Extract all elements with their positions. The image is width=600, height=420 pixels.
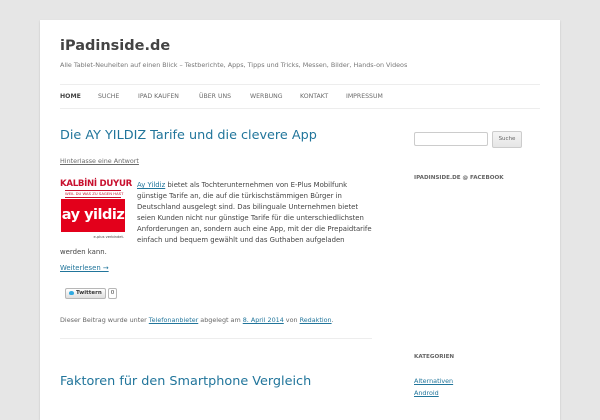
- category-link-android[interactable]: Android: [414, 389, 439, 397]
- search-button[interactable]: Suche: [492, 131, 522, 148]
- facebook-widget-title: iPadinside.de @ Facebook: [414, 175, 504, 181]
- nav-item-werbung[interactable]: Werbung: [250, 93, 283, 100]
- categories-widget-title: Kategorien: [414, 354, 455, 360]
- post-title[interactable]: Die AY YILDIZ Tarife und die clevere App: [60, 128, 317, 143]
- tweet-label: Twittern: [76, 289, 102, 296]
- comment-link[interactable]: Hinterlasse eine Antwort: [60, 157, 139, 165]
- post-excerpt: Ay Yildiz bietet als Tochterunternehmen …: [60, 180, 372, 258]
- page-container: iPadinside.de Alle Tablet-Neuheiten auf …: [40, 20, 560, 420]
- meta-middle: abgelegt am: [198, 316, 243, 324]
- tweet-widget: Twittern 0: [65, 287, 118, 299]
- category-link[interactable]: Telefonanbieter: [149, 316, 198, 324]
- nav-item-impressum[interactable]: Impressum: [346, 93, 383, 100]
- main-navigation: Home Suche iPad kaufen Über uns Werbung …: [60, 84, 540, 109]
- twitter-bird-icon: [69, 291, 74, 295]
- date-link[interactable]: 8. April 2014: [243, 316, 284, 324]
- tweet-button[interactable]: Twittern: [65, 287, 106, 299]
- post-separator: [60, 338, 372, 339]
- site-description: Alle Tablet-Neuheiten auf einen Blick – …: [60, 61, 408, 69]
- read-more-link[interactable]: Weiterlesen →: [60, 264, 109, 272]
- author-link[interactable]: Redaktion: [300, 316, 332, 324]
- meta-by: von: [283, 316, 300, 324]
- post-meta: Dieser Beitrag wurde unter Telefonanbiet…: [60, 316, 334, 324]
- post-title-2[interactable]: Faktoren für den Smartphone Vergleich: [60, 374, 311, 389]
- meta-prefix: Dieser Beitrag wurde unter: [60, 316, 149, 324]
- ay-yildiz-link[interactable]: Ay Yildiz: [137, 181, 165, 189]
- tweet-count: 0: [107, 287, 118, 299]
- nav-item-home[interactable]: Home: [60, 93, 81, 100]
- search-input[interactable]: [414, 132, 488, 146]
- category-link-alternativen[interactable]: Alternativen: [414, 377, 453, 385]
- site-title[interactable]: iPadinside.de: [60, 38, 170, 54]
- meta-suffix: .: [331, 316, 334, 324]
- nav-item-kontakt[interactable]: Kontakt: [300, 93, 328, 100]
- nav-item-suche[interactable]: Suche: [98, 93, 119, 100]
- nav-item-ipad-kaufen[interactable]: iPad kaufen: [138, 93, 179, 100]
- nav-item-ueber-uns[interactable]: Über uns: [199, 93, 231, 100]
